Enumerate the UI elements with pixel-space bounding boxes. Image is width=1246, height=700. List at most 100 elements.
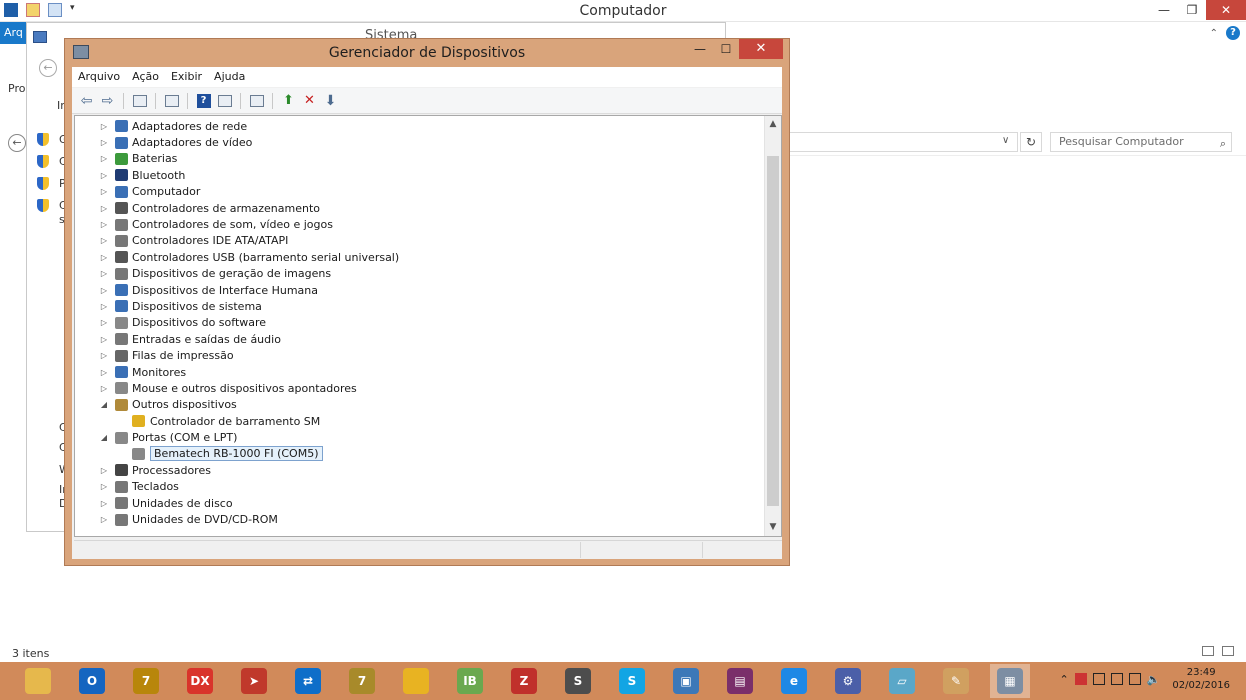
expand-arrow-icon[interactable]: ▷ <box>99 269 109 278</box>
show-hide-console-tree-button[interactable] <box>131 92 148 109</box>
taskbar-button[interactable] <box>18 664 58 698</box>
taskbar-button[interactable]: DX <box>180 664 220 698</box>
expand-arrow-icon[interactable]: ▷ <box>99 318 109 327</box>
expand-arrow-icon[interactable]: ▷ <box>99 302 109 311</box>
expand-arrow-icon[interactable]: ▷ <box>99 253 109 262</box>
volume-icon[interactable]: 🔈 <box>1147 673 1161 686</box>
file-tab[interactable]: Arq <box>0 22 26 44</box>
minimize-button[interactable]: — <box>1150 0 1178 20</box>
tree-item[interactable]: ▷ Dispositivos de sistema <box>75 298 765 314</box>
tree-item[interactable]: ▷ Unidades de DVD/CD-ROM <box>75 511 765 527</box>
battery-icon[interactable] <box>1092 673 1105 685</box>
expand-arrow-icon[interactable]: ▷ <box>99 368 109 377</box>
tree-item[interactable]: ▷ Controladores IDE ATA/ATAPI <box>75 233 765 249</box>
tree-item[interactable]: ▷ Processadores <box>75 462 765 478</box>
menu-acao[interactable]: Ação <box>126 67 165 87</box>
expand-arrow-icon[interactable]: ▷ <box>99 499 109 508</box>
enable-device-icon[interactable]: ⬇ <box>322 92 339 109</box>
refresh-button[interactable]: ↻ <box>1020 132 1042 152</box>
tree-item[interactable]: ▷ Controladores de som, vídeo e jogos <box>75 216 765 232</box>
wifi-icon[interactable] <box>1110 673 1123 685</box>
tree-item[interactable]: ▷ Controladores USB (barramento serial un… <box>75 249 765 265</box>
tree-item[interactable]: ▷ Entradas e saídas de áudio <box>75 331 765 347</box>
tree-item[interactable]: ▷ Monitores <box>75 364 765 380</box>
tree-item[interactable]: ▷ Controladores de armazenamento <box>75 200 765 216</box>
properties-button[interactable] <box>163 92 180 109</box>
taskbar-button[interactable]: ▣ <box>666 664 706 698</box>
tree-item[interactable]: ▷ Dispositivos de geração de imagens <box>75 266 765 282</box>
back-arrow-icon[interactable]: ← <box>39 59 57 77</box>
taskbar-button[interactable]: S <box>558 664 598 698</box>
expand-arrow-icon[interactable]: ▷ <box>99 384 109 393</box>
expand-arrow-icon[interactable]: ▷ <box>99 204 109 213</box>
expand-arrow-icon[interactable]: ▷ <box>99 171 109 180</box>
chevron-up-icon[interactable]: ⌃ <box>1210 28 1218 39</box>
tree-item[interactable]: ▷ Computador <box>75 184 765 200</box>
back-arrow-icon[interactable]: ⇦ <box>78 92 95 109</box>
close-button[interactable]: ✕ <box>1206 0 1246 20</box>
large-icons-view-icon[interactable] <box>1222 646 1234 656</box>
network-icon[interactable] <box>1128 673 1141 685</box>
chevron-up-icon[interactable]: ⌃ <box>1059 673 1068 686</box>
menu-exibir[interactable]: Exibir <box>165 67 208 87</box>
taskbar-button[interactable]: Z <box>504 664 544 698</box>
back-arrow-icon[interactable]: ← <box>8 134 26 152</box>
help-button[interactable]: ? <box>195 92 212 109</box>
expand-arrow-icon[interactable]: ▷ <box>99 154 109 163</box>
scroll-down-button[interactable]: ▼ <box>765 519 781 536</box>
forward-arrow-icon[interactable]: ⇨ <box>99 92 116 109</box>
taskbar-button[interactable]: 7 <box>126 664 166 698</box>
update-driver-icon[interactable]: ⬆ <box>280 92 297 109</box>
tree-item[interactable]: ▷ Mouse e outros dispositivos apontadores <box>75 380 765 396</box>
taskbar-button[interactable]: ⚙ <box>828 664 868 698</box>
uninstall-device-icon[interactable]: ✕ <box>301 92 318 109</box>
taskbar-button[interactable]: ▱ <box>882 664 922 698</box>
menu-ajuda[interactable]: Ajuda <box>208 67 251 87</box>
expand-arrow-icon[interactable]: ▷ <box>99 187 109 196</box>
scroll-up-button[interactable]: ▲ <box>765 116 781 133</box>
expand-arrow-icon[interactable]: ▷ <box>99 220 109 229</box>
tree-item[interactable]: ▷ Dispositivos do software <box>75 315 765 331</box>
taskbar-button[interactable]: 7 <box>342 664 382 698</box>
device-manager-titlebar[interactable]: Gerenciador de Dispositivos — ☐ ✕ <box>65 39 789 67</box>
clock[interactable]: 23:49 02/02/2016 <box>1172 666 1230 692</box>
address-bar[interactable] <box>788 132 1018 152</box>
tree-item[interactable]: ▷ Unidades de disco <box>75 495 765 511</box>
taskbar-button[interactable]: e <box>774 664 814 698</box>
taskbar-button[interactable]: ✎ <box>936 664 976 698</box>
scan-hardware-button[interactable] <box>248 92 265 109</box>
network-warning-icon[interactable] <box>1074 673 1087 685</box>
device-tree[interactable]: ▷ Adaptadores de rede ▷ Adaptadores de víde… <box>74 115 782 537</box>
details-view-icon[interactable] <box>1202 646 1214 656</box>
maximize-button[interactable]: ☐ <box>713 39 739 59</box>
tree-item[interactable]: Controlador de barramento SM <box>75 413 765 429</box>
expand-arrow-icon[interactable]: ▷ <box>99 482 109 491</box>
help-icon[interactable]: ? <box>1226 26 1240 40</box>
taskbar-button[interactable]: IB <box>450 664 490 698</box>
taskbar-button[interactable] <box>396 664 436 698</box>
taskbar-button[interactable]: ⇄ <box>288 664 328 698</box>
action-pane-button[interactable] <box>216 92 233 109</box>
taskbar-button[interactable]: ▤ <box>720 664 760 698</box>
tree-item[interactable]: ◢ Outros dispositivos <box>75 397 765 413</box>
collapse-arrow-icon[interactable]: ◢ <box>99 433 109 442</box>
taskbar-button[interactable]: S <box>612 664 652 698</box>
tree-item[interactable]: ▷ Dispositivos de Interface Humana <box>75 282 765 298</box>
expand-arrow-icon[interactable]: ▷ <box>99 236 109 245</box>
expand-arrow-icon[interactable]: ▷ <box>99 122 109 131</box>
vertical-scrollbar[interactable]: ▲ ▼ <box>764 116 781 536</box>
restore-button[interactable]: ❐ <box>1178 0 1206 20</box>
expand-arrow-icon[interactable]: ▷ <box>99 335 109 344</box>
scroll-thumb[interactable] <box>767 156 779 506</box>
expand-arrow-icon[interactable]: ▷ <box>99 466 109 475</box>
tree-item[interactable]: ◢ Portas (COM e LPT) <box>75 429 765 445</box>
tree-item[interactable]: ▷ Baterias <box>75 151 765 167</box>
tree-item[interactable]: ▷ Filas de impressão <box>75 347 765 363</box>
taskbar-button[interactable]: ▦ <box>990 664 1030 698</box>
menu-arquivo[interactable]: Arquivo <box>72 67 126 87</box>
collapse-arrow-icon[interactable]: ◢ <box>99 400 109 409</box>
expand-arrow-icon[interactable]: ▷ <box>99 515 109 524</box>
tree-item[interactable]: ▷ Bluetooth <box>75 167 765 183</box>
taskbar-button[interactable]: ➤ <box>234 664 274 698</box>
expand-arrow-icon[interactable]: ▷ <box>99 138 109 147</box>
